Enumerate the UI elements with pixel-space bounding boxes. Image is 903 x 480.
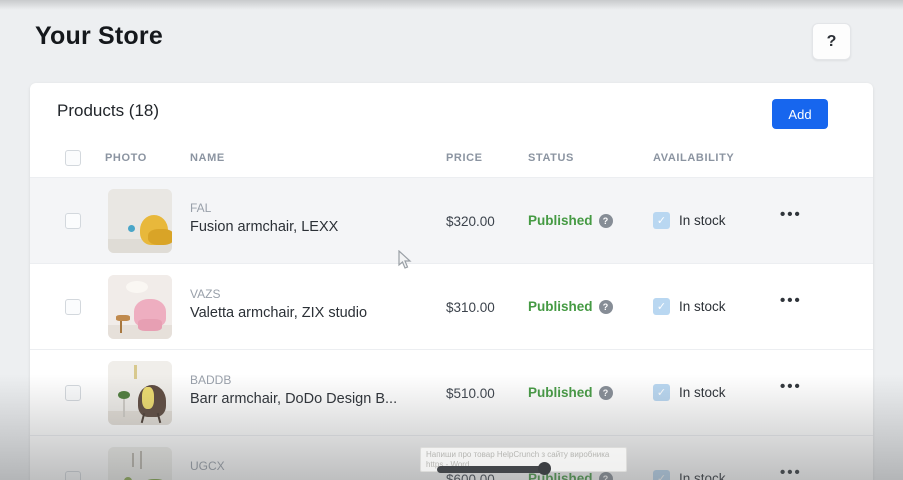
status-badge: Published — [528, 299, 593, 314]
row-menu-icon[interactable]: ••• — [780, 292, 802, 309]
availability-label: In stock — [679, 299, 726, 314]
product-sku: BADDB — [190, 373, 397, 387]
instock-checkbox[interactable]: ✓ — [653, 298, 670, 315]
row-menu-icon[interactable]: ••• — [780, 378, 802, 395]
column-header-price: PRICE — [446, 152, 483, 164]
product-photo — [108, 361, 172, 425]
product-sku: VAZS — [190, 287, 367, 301]
tooltip-line1: Напиши про товар HelpCrunch з сайту виро… — [426, 450, 621, 460]
row-menu-icon[interactable]: ••• — [780, 206, 802, 223]
column-header-name: NAME — [190, 152, 225, 164]
page-title: Your Store — [35, 22, 163, 51]
table-row[interactable]: BADDB Barr armchair, DoDo Design B... $5… — [30, 350, 873, 436]
column-header-status: STATUS — [528, 152, 574, 164]
add-button[interactable]: Add — [772, 99, 828, 129]
product-price: $510.00 — [446, 386, 495, 401]
products-heading: Products (18) — [57, 101, 159, 121]
status-badge: Published — [528, 213, 593, 228]
instock-checkbox[interactable]: ✓ — [653, 470, 670, 480]
column-header-availability: AVAILABILITY — [653, 152, 734, 164]
product-photo — [108, 189, 172, 253]
help-button[interactable]: ? — [812, 23, 851, 60]
product-photo — [108, 275, 172, 339]
status-help-icon[interactable]: ? — [599, 472, 613, 480]
status-badge: Published — [528, 385, 593, 400]
product-sku: UGCX — [190, 459, 225, 473]
row-checkbox[interactable] — [65, 299, 81, 315]
row-checkbox[interactable] — [65, 471, 81, 480]
column-header-photo: PHOTO — [105, 152, 147, 164]
product-name: Valetta armchair, ZIX studio — [190, 305, 367, 321]
table-row[interactable]: VAZS Valetta armchair, ZIX studio $310.0… — [30, 264, 873, 350]
table-row[interactable]: FAL Fusion armchair, LEXX $320.00 Publis… — [30, 178, 873, 264]
instock-checkbox[interactable]: ✓ — [653, 384, 670, 401]
instock-checkbox[interactable]: ✓ — [653, 212, 670, 229]
row-menu-icon[interactable]: ••• — [780, 464, 802, 480]
product-price: $310.00 — [446, 300, 495, 315]
status-help-icon[interactable]: ? — [599, 214, 613, 228]
product-photo — [108, 447, 172, 480]
product-price: $320.00 — [446, 214, 495, 229]
table-header: PHOTO NAME PRICE STATUS AVAILABILITY — [30, 145, 873, 178]
select-all-checkbox[interactable] — [65, 150, 81, 166]
product-name: Fusion armchair, LEXX — [190, 219, 338, 235]
video-scrubber-handle — [538, 462, 551, 475]
row-checkbox[interactable] — [65, 385, 81, 401]
row-checkbox[interactable] — [65, 213, 81, 229]
availability-label: In stock — [679, 385, 726, 400]
video-scrubber-bar — [437, 466, 549, 473]
product-price: $600.00 — [446, 472, 495, 480]
product-name: Barr armchair, DoDo Design B... — [190, 391, 397, 407]
product-sku: FAL — [190, 201, 338, 215]
products-panel: Products (18) Add PHOTO NAME PRICE STATU… — [30, 83, 873, 480]
top-edge-band — [0, 0, 903, 10]
availability-label: In stock — [679, 471, 726, 480]
status-help-icon[interactable]: ? — [599, 386, 613, 400]
status-help-icon[interactable]: ? — [599, 300, 613, 314]
availability-label: In stock — [679, 213, 726, 228]
